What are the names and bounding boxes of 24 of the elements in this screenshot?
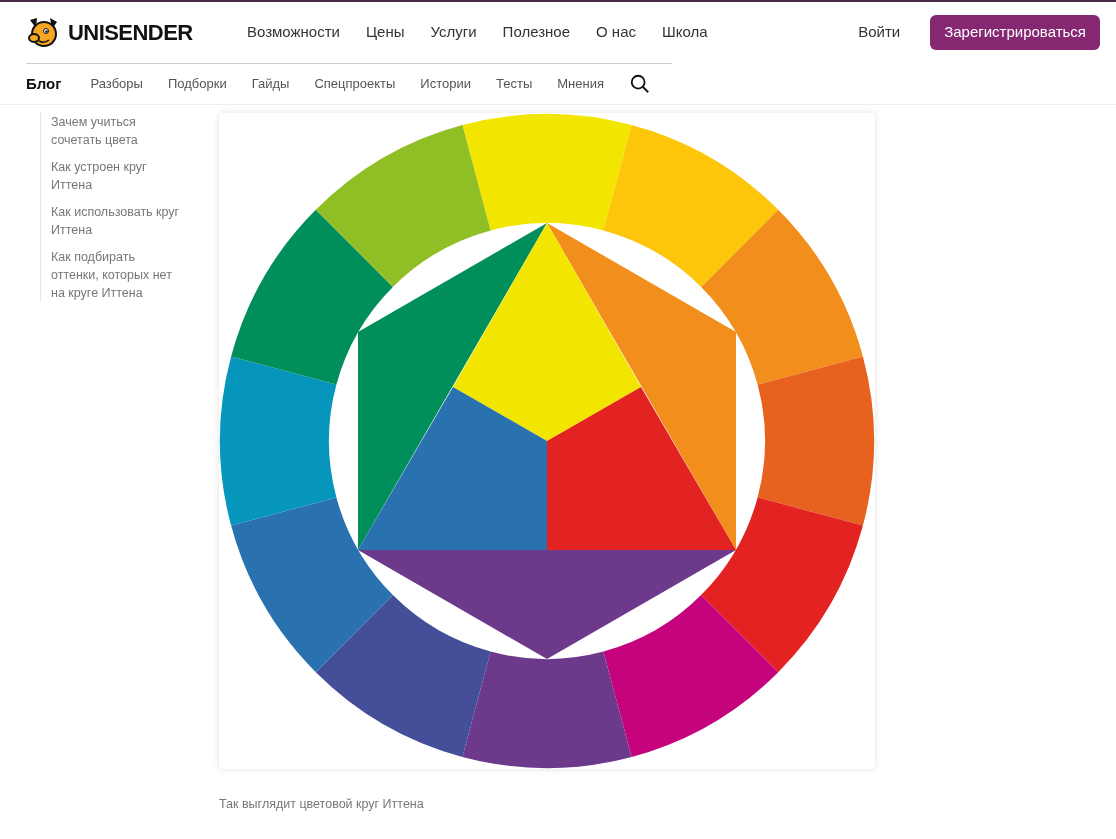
contents-link[interactable]: Как устроен круг Иттена [51, 158, 181, 194]
blog-tab[interactable]: Гайды [251, 74, 290, 94]
figure-caption: Так выглядит цветовой круг Иттена [219, 796, 425, 813]
nav-link[interactable]: О нас [596, 21, 636, 44]
login-link[interactable]: Войти [858, 21, 901, 44]
contents-link[interactable]: Как подбирать оттенки, которых нет на круге Иттена [51, 248, 181, 302]
blog-tab[interactable]: Блог [26, 72, 62, 96]
nav-link[interactable]: Цены [365, 21, 405, 44]
blog-tab[interactable]: Мнения [557, 74, 604, 94]
dog-logo-icon [26, 15, 60, 50]
blog-tab[interactable]: Истории [420, 74, 471, 94]
nav-link[interactable]: Возможности [247, 21, 340, 44]
contents-link[interactable]: Как использовать круг Иттена [51, 203, 181, 239]
register-button[interactable]: Зарегистрироваться [930, 15, 1100, 50]
search-icon[interactable] [628, 73, 651, 95]
blog-tab[interactable]: Спецпроекты [314, 74, 396, 94]
nav-link[interactable]: Услуги [430, 21, 477, 44]
contents-link[interactable]: Зачем учиться сочетать цвета [51, 113, 181, 149]
nav-link[interactable]: Полезное [502, 21, 570, 44]
blog-tab[interactable]: Разборы [90, 74, 143, 94]
blog-tab[interactable]: Тесты [496, 74, 533, 94]
brand-name[interactable]: UNISENDER [68, 16, 193, 49]
blog-tab[interactable]: Подборки [167, 74, 227, 94]
nav-link[interactable]: Школа [662, 21, 708, 44]
